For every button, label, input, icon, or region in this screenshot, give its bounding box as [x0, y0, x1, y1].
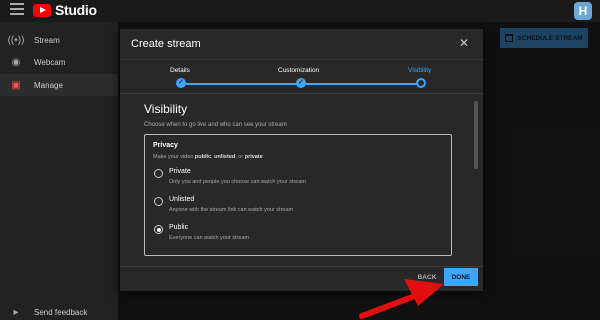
top-bar: Studio H — [0, 0, 600, 22]
radio-public[interactable] — [154, 225, 163, 234]
privacy-option-unlisted[interactable]: Unlisted Anyone with the stream link can… — [153, 196, 443, 218]
radio-unlisted[interactable] — [154, 197, 163, 206]
back-button[interactable]: BACK — [410, 268, 444, 286]
section-title: Visibility — [144, 102, 188, 116]
create-stream-dialog: Create stream ✕ Details Customization Vi… — [120, 29, 483, 291]
radio-private[interactable] — [154, 169, 163, 178]
privacy-title: Privacy — [153, 142, 178, 149]
step-details-check-icon[interactable]: ✓ — [176, 78, 186, 88]
section-subtitle: Choose when to go live and who can see y… — [144, 122, 287, 128]
sidebar: ((•)) Stream ◉ Webcam ▣ Manage ▸ Send fe… — [0, 22, 118, 320]
divider — [120, 59, 483, 60]
sidebar-item-label: Send feedback — [34, 307, 88, 317]
option-label: Unlisted — [169, 196, 195, 203]
done-button[interactable]: DONE — [444, 268, 478, 286]
sidebar-item-label: Webcam — [34, 57, 66, 67]
divider — [120, 266, 483, 267]
avatar[interactable]: H — [574, 2, 592, 20]
stepper: Details Customization Visibility ✓ ✓ — [120, 67, 483, 89]
option-description: Everyone can watch your stream — [169, 235, 250, 241]
hamburger-menu-icon[interactable] — [10, 3, 24, 15]
calendar-icon: ▣ — [11, 79, 21, 91]
option-description: Anyone with the stream link can watch yo… — [169, 207, 294, 213]
option-label: Public — [169, 224, 189, 231]
sidebar-item-manage[interactable]: ▣ Manage — [0, 74, 118, 96]
feedback-icon: ▸ — [13, 306, 19, 318]
option-description: Only you and people you choose can watch… — [169, 179, 306, 185]
privacy-option-public[interactable]: Public Everyone can watch your stream — [153, 224, 443, 246]
option-label: Private — [169, 168, 191, 175]
youtube-logo-icon — [33, 3, 51, 17]
studio-logo[interactable]: Studio — [33, 2, 97, 18]
sidebar-item-stream[interactable]: ((•)) Stream — [0, 29, 118, 51]
privacy-panel: Privacy Make your video public, unlisted… — [144, 134, 452, 256]
camera-icon: ◉ — [11, 56, 21, 68]
scrollbar[interactable] — [474, 101, 478, 169]
privacy-option-private[interactable]: Private Only you and people you choose c… — [153, 168, 443, 190]
step-label-visibility: Visibility — [408, 67, 432, 74]
step-visibility-current-icon[interactable] — [416, 78, 426, 88]
sidebar-item-send-feedback[interactable]: ▸ Send feedback — [0, 301, 118, 320]
sidebar-item-webcam[interactable]: ◉ Webcam — [0, 51, 118, 73]
sidebar-item-label: Manage — [34, 80, 63, 90]
step-customization-check-icon[interactable]: ✓ — [296, 78, 306, 88]
dialog-title: Create stream — [131, 38, 201, 50]
privacy-subtitle: Make your video public, unlisted, or pri… — [153, 154, 263, 160]
step-label-details: Details — [170, 67, 190, 74]
sidebar-item-label: Stream — [34, 35, 60, 45]
broadcast-icon: ((•)) — [7, 34, 25, 46]
step-label-customization: Customization — [278, 67, 320, 74]
visibility-section: Visibility Choose when to go live and wh… — [120, 94, 483, 266]
close-icon[interactable]: ✕ — [458, 37, 470, 49]
logo-text: Studio — [55, 2, 97, 18]
